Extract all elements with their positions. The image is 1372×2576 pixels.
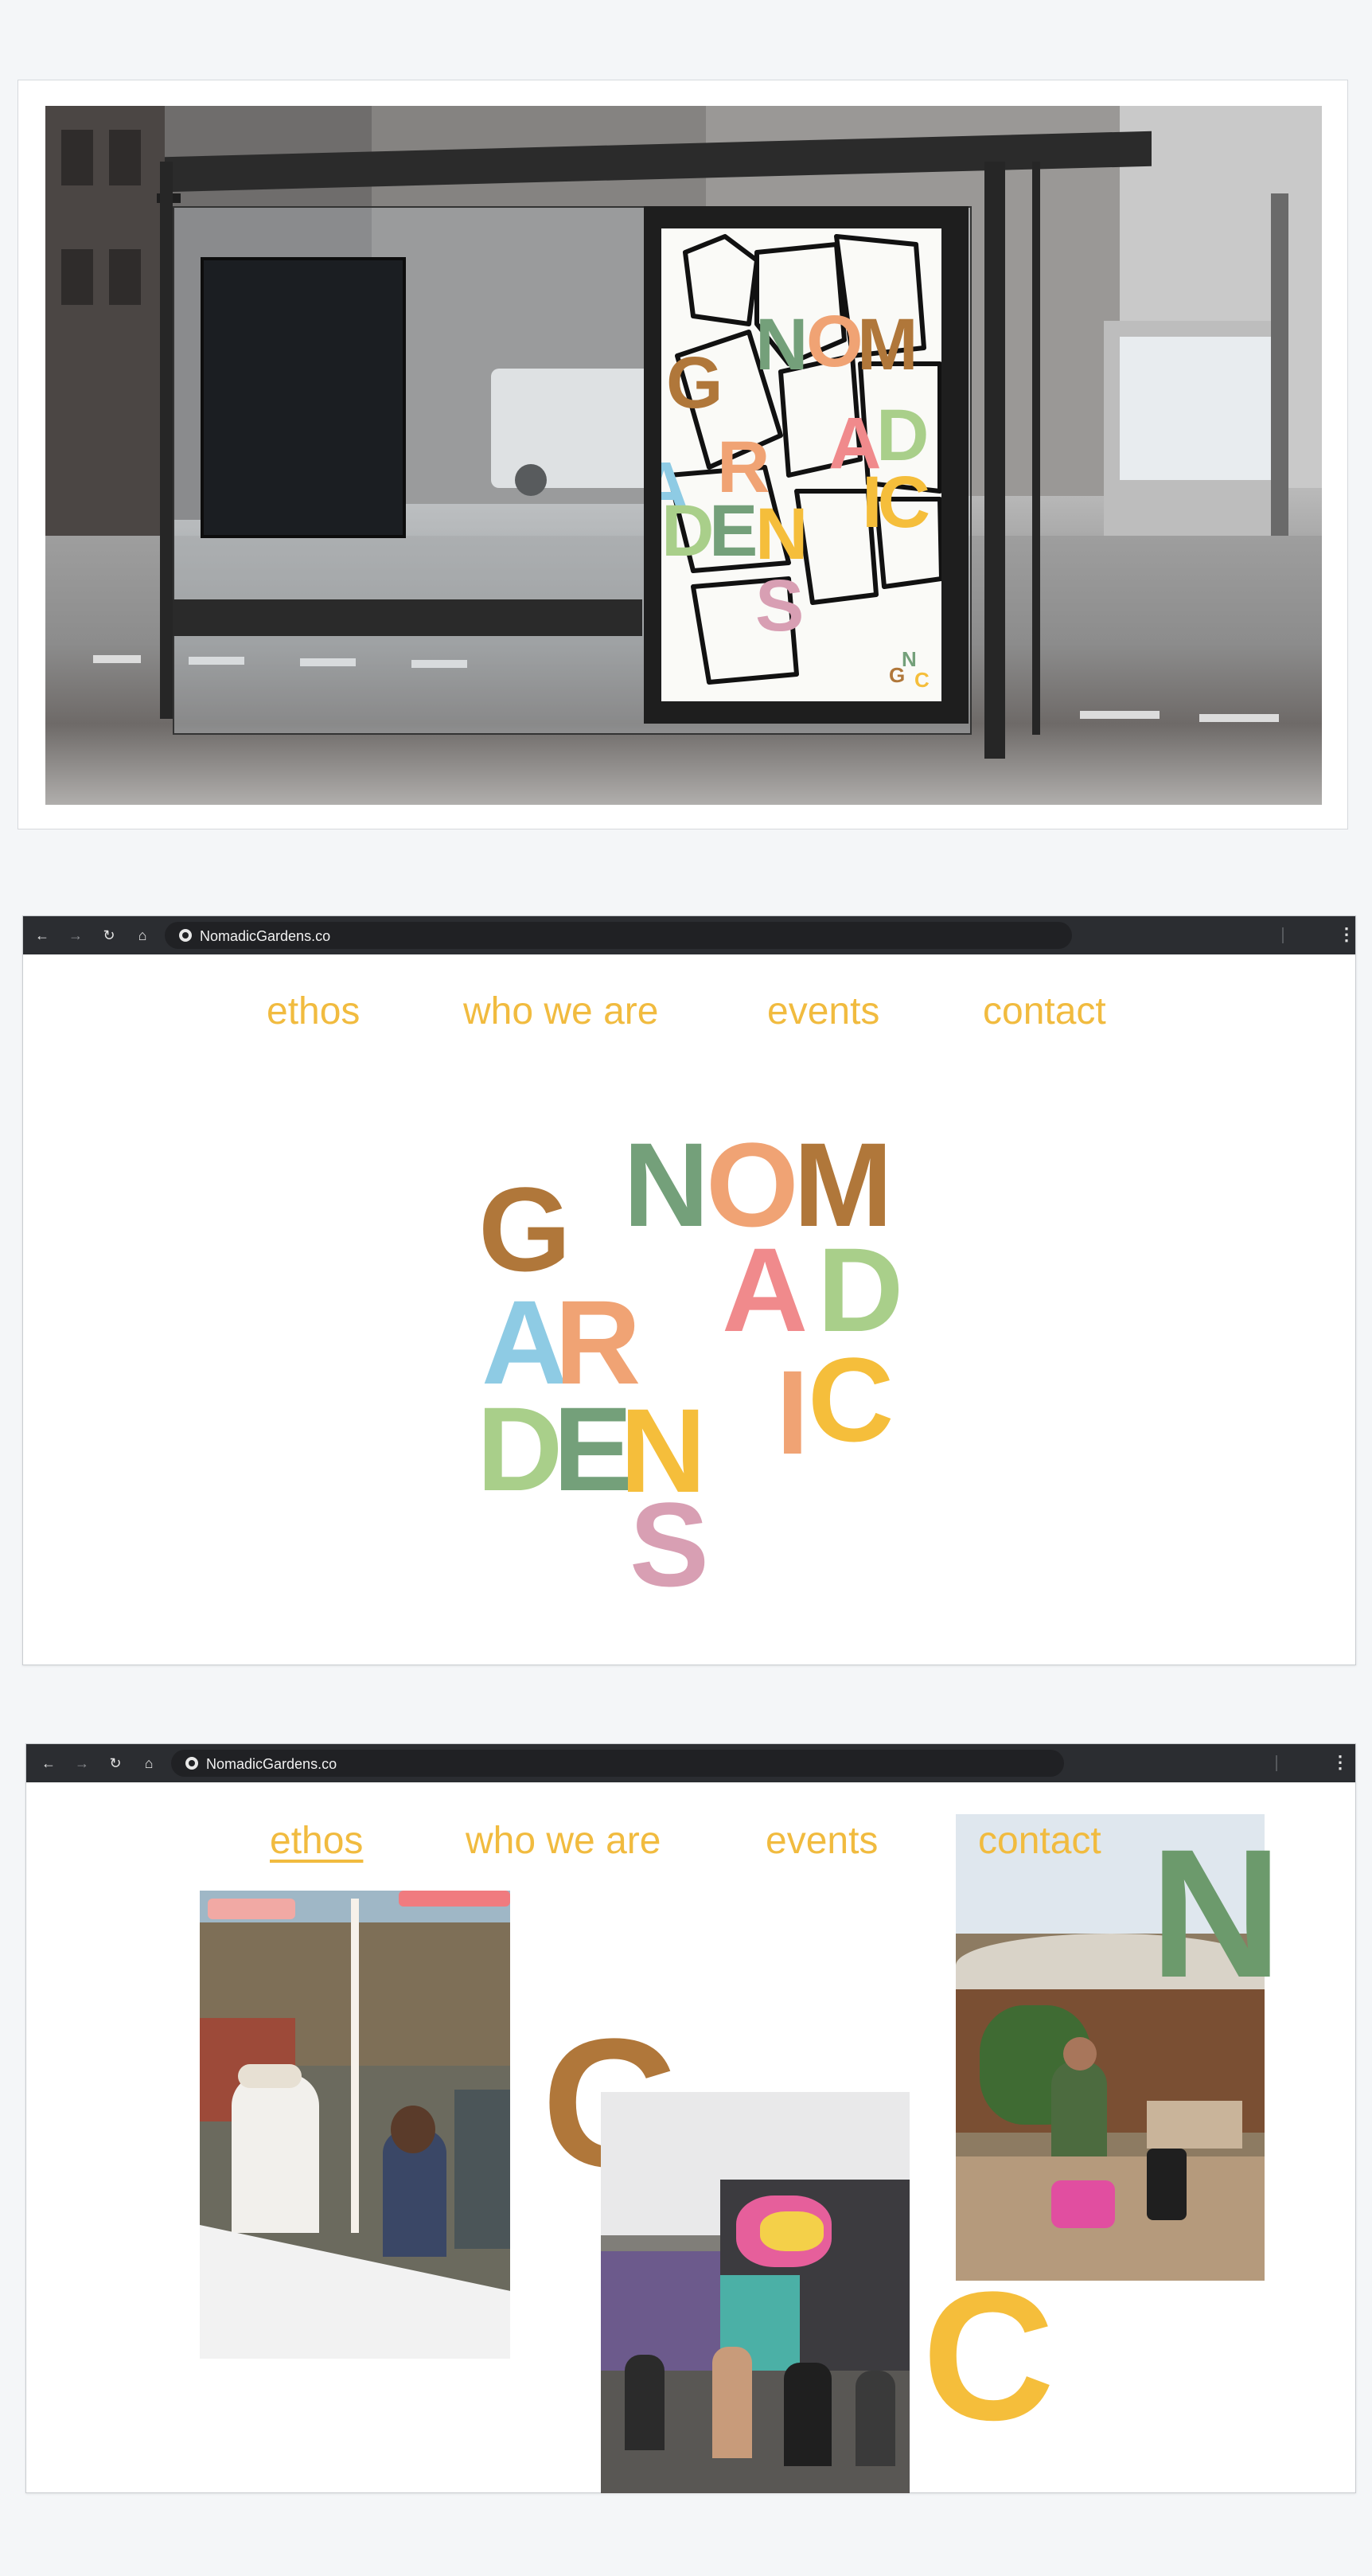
poster-letter-o: O: [806, 301, 863, 382]
home-icon[interactable]: ⌂: [139, 1754, 158, 1773]
big-letter-c: C: [922, 2254, 1054, 2458]
menu-icon[interactable]: ⋮: [1331, 1753, 1349, 1772]
poster-letter-e: E: [709, 490, 758, 572]
address-bar[interactable]: NomadicGardens.co: [171, 1750, 1064, 1777]
toolbar-divider: [1276, 1755, 1277, 1771]
poster-letter-n2: N: [755, 494, 808, 575]
logo-letter-n: N: [623, 1118, 709, 1251]
poster-monogram-g: G: [889, 663, 906, 687]
reload-icon[interactable]: ↻: [99, 926, 119, 945]
home-icon[interactable]: ⌂: [133, 926, 152, 945]
globe-icon: [185, 1757, 198, 1770]
poster-letter-d2: D: [661, 490, 714, 572]
back-icon[interactable]: ←: [33, 926, 52, 945]
logo-letter-a1: A: [722, 1223, 808, 1356]
browser-window-home: ← → ↻ ⌂ NomadicGardens.co ⋮ ethos who we…: [22, 915, 1356, 1665]
photo-graffiti-crowd: [601, 2092, 910, 2493]
bus-shelter-photo: N O M G A D R IC A D E N S N G C: [45, 106, 1322, 805]
nav-contact[interactable]: contact: [978, 1819, 1101, 1863]
browser-toolbar: ← → ↻ ⌂ NomadicGardens.co ⋮: [23, 916, 1355, 954]
menu-icon[interactable]: ⋮: [1338, 925, 1355, 944]
browser-toolbar: ← → ↻ ⌂ NomadicGardens.co ⋮: [26, 1744, 1355, 1782]
poster-case: N O M G A D R IC A D E N S N G C: [644, 206, 969, 724]
url-text: NomadicGardens.co: [200, 928, 331, 944]
browser-window-ethos: ← → ↻ ⌂ NomadicGardens.co ⋮ G: [25, 1743, 1356, 2493]
logo-letter-s: S: [629, 1477, 709, 1611]
poster-monogram-c: C: [914, 668, 930, 692]
logo-letter-d1: D: [817, 1223, 903, 1356]
forward-icon[interactable]: →: [72, 1754, 92, 1773]
poster-letter-m: M: [857, 304, 918, 385]
nav-ethos[interactable]: ethos: [270, 1819, 363, 1863]
nav-contact[interactable]: contact: [983, 989, 1106, 1033]
reload-icon[interactable]: ↻: [106, 1754, 125, 1773]
toolbar-divider: [1282, 927, 1284, 943]
logo-letter-e: E: [553, 1382, 633, 1516]
nav-ethos[interactable]: ethos: [267, 989, 360, 1033]
poster-letter-ic: IC: [862, 466, 930, 539]
address-bar[interactable]: NomadicGardens.co: [165, 922, 1072, 949]
nav-events[interactable]: events: [767, 989, 879, 1033]
poster-letter-g: G: [666, 342, 723, 423]
nav-events[interactable]: events: [766, 1819, 878, 1863]
globe-icon: [179, 929, 192, 942]
mockup-frame: N O M G A D R IC A D E N S N G C: [18, 80, 1348, 829]
big-letter-n: N: [1150, 1811, 1282, 2016]
logo-letter-g: G: [478, 1162, 571, 1296]
forward-icon[interactable]: →: [66, 926, 85, 945]
logo-letter-i: I: [776, 1345, 809, 1479]
url-text: NomadicGardens.co: [206, 1756, 337, 1772]
poster-letter-n: N: [755, 304, 808, 385]
logo-letter-c: C: [808, 1333, 894, 1466]
poster-letter-s: S: [755, 565, 804, 646]
back-icon[interactable]: ←: [39, 1754, 58, 1773]
photo-market-table: [200, 1891, 510, 2359]
poster-letter-c: C: [877, 462, 930, 543]
nav-who-we-are[interactable]: who we are: [463, 989, 658, 1033]
logo-letter-d2: D: [477, 1382, 563, 1516]
poster: N O M G A D R IC A D E N S N G C: [661, 228, 941, 701]
shelter-side-panel: [201, 257, 406, 538]
poster-letter-i: I: [862, 462, 882, 543]
nav-who-we-are[interactable]: who we are: [466, 1819, 661, 1863]
